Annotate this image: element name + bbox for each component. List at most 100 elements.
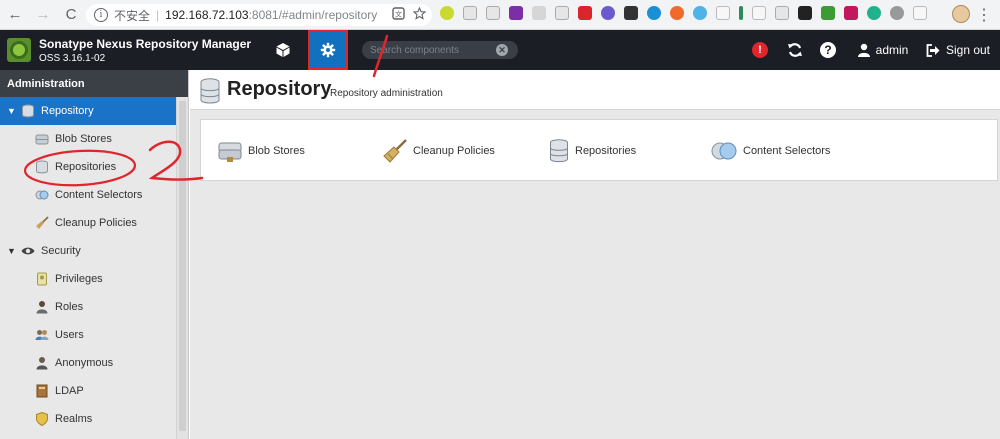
admin-sidebar: Administration ▼ Repository Blob Stores … — [0, 70, 189, 439]
sidebar-item-realms[interactable]: Realms — [0, 405, 176, 433]
browse-button[interactable] — [268, 30, 298, 70]
bookmark-star-icon[interactable] — [412, 6, 427, 23]
sidebar-item-security[interactable]: ▼ Security — [0, 237, 176, 265]
sidebar-item-privileges[interactable]: Privileges — [0, 265, 176, 293]
extension-icon[interactable] — [798, 6, 812, 20]
administration-button[interactable] — [308, 30, 348, 70]
profile-avatar[interactable] — [952, 5, 970, 23]
anonymous-icon — [36, 357, 48, 370]
extension-icon[interactable] — [463, 6, 477, 20]
main-content: Repository Repository administration Blo… — [190, 70, 1000, 439]
sidebar-item-label: Users — [55, 329, 84, 341]
svg-text:文: 文 — [395, 10, 402, 19]
extension-icon[interactable] — [647, 6, 661, 20]
shield-icon — [36, 412, 48, 426]
feature-label: Blob Stores — [248, 145, 305, 157]
feature-content-selectors[interactable]: Content Selectors — [711, 138, 830, 164]
sidebar-item-label: Cleanup Policies — [55, 217, 137, 229]
extension-icon[interactable] — [775, 6, 789, 20]
sidebar-item-label: Security — [41, 245, 81, 257]
brand-version: OSS 3.16.1-02 — [39, 53, 106, 64]
address-separator: | — [156, 8, 160, 22]
extension-icon[interactable] — [821, 6, 835, 20]
brand-title: Sonatype Nexus Repository Manager — [39, 37, 252, 51]
broom-icon — [36, 216, 49, 229]
content-selector-icon — [35, 190, 49, 200]
reload-button[interactable]: C — [58, 2, 84, 28]
sidebar-item-repositories[interactable]: Repositories — [0, 153, 176, 181]
info-icon[interactable]: i — [94, 8, 108, 22]
sidebar-item-roles[interactable]: Roles — [0, 293, 176, 321]
sidebar-item-blob-stores[interactable]: Blob Stores — [0, 125, 176, 153]
cube-icon — [276, 43, 290, 57]
refresh-icon[interactable] — [785, 30, 805, 70]
extension-icon[interactable] — [890, 6, 904, 20]
database-icon — [36, 160, 48, 174]
feature-repositories[interactable]: Repositories — [549, 138, 636, 164]
search-input[interactable] — [362, 44, 496, 56]
sign-out-label: Sign out — [945, 43, 991, 57]
sign-out-button[interactable]: Sign out — [925, 30, 991, 70]
sidebar-item-ldap[interactable]: LDAP — [0, 377, 176, 405]
feature-label: Content Selectors — [743, 145, 831, 157]
help-button[interactable]: ? — [818, 30, 838, 70]
extension-icon[interactable] — [509, 6, 523, 20]
extension-icon[interactable] — [555, 6, 569, 20]
sidebar-item-label: Repository — [41, 105, 94, 117]
extension-icon[interactable] — [670, 6, 684, 20]
clear-search-icon[interactable]: ✕ — [496, 44, 508, 56]
extension-icon[interactable] — [578, 6, 592, 20]
forward-button[interactable]: → — [30, 2, 56, 28]
extension-icon[interactable] — [716, 6, 730, 20]
sidebar-item-users[interactable]: Users — [0, 321, 176, 349]
user-menu-button[interactable]: admin — [855, 30, 911, 70]
sidebar-item-cleanup-policies[interactable]: Cleanup Policies — [0, 209, 176, 237]
broom-icon — [383, 139, 407, 163]
extension-icon[interactable] — [913, 6, 927, 20]
search-components: ✕ — [362, 41, 518, 59]
extension-icon[interactable] — [693, 6, 707, 20]
sidebar-item-label: Repositories — [55, 161, 117, 173]
sign-out-icon — [926, 43, 940, 57]
feature-cleanup-policies[interactable]: Cleanup Policies — [383, 138, 495, 164]
browser-toolbar: ← → C i 不安全 | 192.168.72.103:8081/#admin… — [0, 0, 1000, 30]
sidebar-scrollbar[interactable] — [176, 97, 188, 439]
sidebar-item-repository[interactable]: ▼ Repository — [0, 97, 176, 125]
extensions-bar — [440, 6, 927, 20]
extension-icon[interactable] — [624, 6, 638, 20]
feature-blob-stores[interactable]: Blob Stores — [218, 138, 305, 164]
sidebar-item-anonymous[interactable]: Anonymous — [0, 349, 176, 377]
database-icon — [550, 139, 568, 163]
nexus-logo-icon — [7, 38, 31, 62]
sidebar-item-label: Blob Stores — [55, 133, 112, 145]
blob-store-icon — [218, 142, 242, 162]
translate-icon[interactable]: 文 — [392, 7, 405, 23]
content-selector-icon — [711, 142, 737, 160]
alert-icon[interactable]: ! — [752, 42, 768, 58]
sidebar-item-label: Content Selectors — [55, 189, 143, 201]
browser-menu-icon[interactable]: ⋮ — [976, 5, 992, 25]
extension-icon[interactable] — [867, 6, 881, 20]
app-header: Sonatype Nexus Repository Manager OSS 3.… — [0, 30, 1000, 70]
extension-icon[interactable] — [844, 6, 858, 20]
sidebar-item-label: Realms — [55, 413, 93, 425]
extension-icon[interactable] — [752, 6, 766, 20]
role-icon — [36, 301, 48, 314]
database-icon — [22, 104, 34, 118]
extension-icon[interactable] — [601, 6, 615, 20]
extension-icon[interactable] — [440, 6, 454, 20]
sidebar-item-content-selectors[interactable]: Content Selectors — [0, 181, 176, 209]
page-title: Repository — [227, 78, 332, 100]
sidebar-item-label: Privileges — [55, 273, 103, 285]
help-icon: ? — [820, 42, 836, 58]
url-path: :8081/#admin/repository — [248, 8, 378, 22]
sidebar-item-label: Anonymous — [55, 357, 114, 369]
address-bar[interactable]: i 不安全 | 192.168.72.103:8081/#admin/repos… — [86, 4, 432, 26]
extension-icon[interactable] — [532, 6, 546, 20]
expand-caret-icon[interactable]: ▼ — [7, 106, 17, 116]
extension-icon[interactable] — [486, 6, 500, 20]
expand-caret-icon[interactable]: ▼ — [7, 246, 17, 256]
extension-icon[interactable] — [739, 6, 743, 20]
back-button[interactable]: ← — [2, 2, 28, 28]
user-icon — [857, 43, 870, 57]
